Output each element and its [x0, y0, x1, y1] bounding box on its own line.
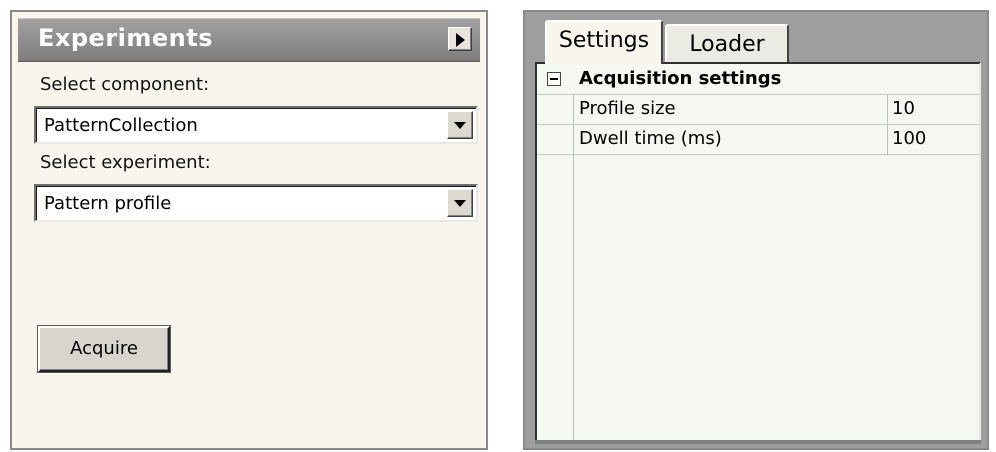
property-value-profile-size[interactable]: 10: [892, 98, 915, 119]
property-name-profile-size: Profile size: [579, 98, 676, 119]
property-name-dwell-time: Dwell time (ms): [579, 128, 722, 149]
panel-bottom-border: [535, 440, 981, 444]
select-experiment-label: Select experiment:: [40, 152, 211, 173]
property-row[interactable]: Profile size 10: [537, 94, 979, 125]
select-component-label: Select component:: [40, 74, 210, 95]
triangle-right-icon[interactable]: [448, 27, 472, 51]
tab-loader[interactable]: Loader: [665, 24, 789, 64]
category-row[interactable]: Acquisition settings: [537, 64, 979, 95]
chevron-down-icon[interactable]: [447, 111, 473, 139]
category-label: Acquisition settings: [579, 68, 782, 89]
chevron-down-icon[interactable]: [447, 189, 473, 217]
acquire-button[interactable]: Acquire: [38, 326, 170, 372]
experiment-select[interactable]: Pattern profile: [34, 184, 478, 222]
component-select-value: PatternCollection: [44, 115, 198, 136]
property-row[interactable]: Dwell time (ms) 100: [537, 124, 979, 155]
experiments-titlebar: Experiments: [18, 18, 480, 62]
experiments-title: Experiments: [38, 24, 214, 52]
tab-settings[interactable]: Settings: [545, 20, 663, 64]
property-grid: Acquisition settings Profile size 10 Dwe…: [535, 62, 981, 442]
property-value-dwell-time[interactable]: 100: [892, 128, 926, 149]
experiments-panel: Experiments Select component: PatternCol…: [10, 10, 488, 450]
experiment-select-value: Pattern profile: [44, 193, 172, 214]
component-select[interactable]: PatternCollection: [34, 106, 478, 144]
settings-panel: Settings Loader Acquisition settings Pro…: [523, 10, 989, 450]
minus-box-icon[interactable]: [547, 72, 561, 86]
